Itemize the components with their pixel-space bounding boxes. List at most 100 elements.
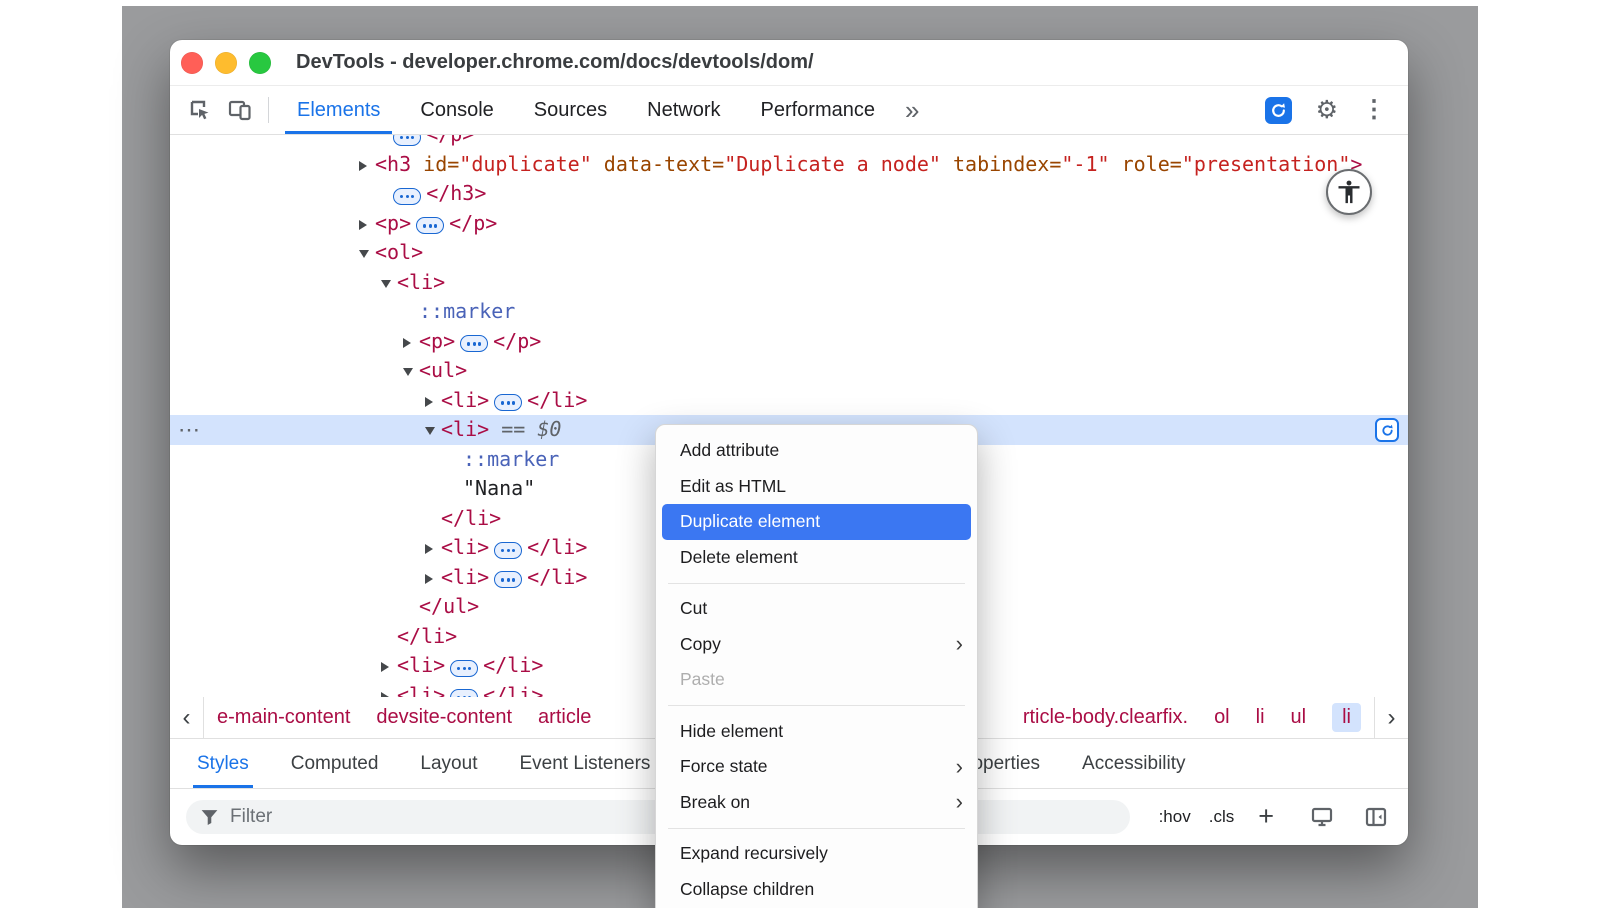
dom-tree-row[interactable]: </h3> <box>170 179 1408 209</box>
dom-tree-row[interactable]: <ol> <box>170 238 1408 268</box>
tab-console[interactable]: Console <box>416 86 497 134</box>
dom-token-tag: <ul> <box>419 358 467 382</box>
context-menu-item-edit-as-html[interactable]: Edit as HTML <box>656 469 977 505</box>
breadcrumb-scroll-right-icon[interactable]: › <box>1374 697 1408 738</box>
ellipsis-expand-button[interactable] <box>450 660 478 677</box>
context-menu-item-break-on[interactable]: Break on› <box>656 785 977 821</box>
breadcrumb-item[interactable]: ul <box>1291 706 1307 729</box>
tab-styles[interactable]: Styles <box>197 739 249 788</box>
dom-token-tag: </li> <box>527 388 587 412</box>
expand-arrow-icon[interactable] <box>359 161 367 171</box>
ellipsis-expand-button[interactable] <box>460 335 488 352</box>
tab-event-listeners[interactable]: Event Listeners <box>519 739 650 788</box>
ellipsis-expand-button[interactable] <box>494 542 522 559</box>
new-style-rule-button[interactable]: + <box>1258 803 1274 830</box>
toolbar-right-group: ⚙ ⋮ <box>1265 97 1398 124</box>
inspect-element-icon[interactable] <box>180 92 220 128</box>
ellipsis-expand-button[interactable] <box>494 571 522 588</box>
display-icon[interactable] <box>1310 805 1334 829</box>
ellipsis-expand-button[interactable] <box>494 394 522 411</box>
expand-arrow-icon[interactable] <box>425 544 433 554</box>
dom-tree-row[interactable]: </p> <box>170 135 1408 150</box>
ellipsis-expand-button[interactable] <box>393 135 421 146</box>
menu-item-label: Copy <box>680 634 721 655</box>
menu-item-label: Cut <box>680 598 707 619</box>
expand-arrow-icon[interactable] <box>403 338 411 348</box>
kebab-menu-icon[interactable]: ⋮ <box>1362 98 1386 122</box>
traffic-lights <box>170 52 271 74</box>
expand-arrow-icon[interactable] <box>425 397 433 407</box>
tab-layout[interactable]: Layout <box>420 739 477 788</box>
collapse-arrow-icon[interactable] <box>403 368 413 376</box>
expand-arrow-icon[interactable] <box>359 220 367 230</box>
tab-computed[interactable]: Computed <box>291 739 379 788</box>
device-toolbar-icon[interactable] <box>220 92 260 128</box>
breadcrumb-item[interactable]: e-main-content <box>217 706 350 729</box>
dom-token-tag: <p> <box>419 329 455 353</box>
context-menu-item-delete-element[interactable]: Delete element <box>656 540 977 576</box>
tab-sources[interactable]: Sources <box>530 86 611 134</box>
context-menu-item-expand-recursively[interactable]: Expand recursively <box>656 836 977 872</box>
dom-token-attr: tabindex= <box>941 152 1061 176</box>
dom-tree-row[interactable]: ::marker <box>170 297 1408 327</box>
dom-token-tag: <li> <box>441 565 489 589</box>
dom-tree-row[interactable]: <li> <box>170 268 1408 298</box>
collapse-arrow-icon[interactable] <box>425 427 435 435</box>
breadcrumb-item[interactable]: rticle-body.clearfix. <box>1023 706 1188 729</box>
context-menu-item-force-state[interactable]: Force state› <box>656 749 977 785</box>
expand-arrow-icon[interactable] <box>381 662 389 672</box>
dom-token-tag: <li> <box>441 535 489 559</box>
arrow-slot <box>403 327 419 357</box>
expand-arrow-icon[interactable] <box>425 574 433 584</box>
context-menu-item-copy[interactable]: Copy› <box>656 627 977 663</box>
toggle-element-state-button[interactable]: :hov <box>1159 807 1191 827</box>
context-menu-item-cut[interactable]: Cut <box>656 591 977 627</box>
arrow-slot <box>381 268 397 298</box>
collapse-arrow-icon[interactable] <box>359 250 369 258</box>
dom-token-tag: </li> <box>527 535 587 559</box>
tab-elements[interactable]: Elements <box>293 86 384 134</box>
sync-icon[interactable] <box>1265 97 1292 124</box>
ellipsis-expand-button[interactable] <box>450 689 478 697</box>
more-actions-icon[interactable]: ⋯ <box>178 415 200 445</box>
dom-tree-row[interactable]: <p> </p> <box>170 327 1408 357</box>
collapse-arrow-icon[interactable] <box>381 280 391 288</box>
tab-network[interactable]: Network <box>643 86 724 134</box>
dom-tree-row[interactable]: <li></li> <box>170 386 1408 416</box>
menu-divider <box>668 583 965 584</box>
context-menu-item-duplicate-element[interactable]: Duplicate element <box>662 504 971 540</box>
tab-performance[interactable]: Performance <box>757 86 880 134</box>
arrow-slot <box>381 651 397 681</box>
dom-token-attr: data-text= <box>592 152 724 176</box>
settings-gear-icon[interactable]: ⚙ <box>1316 98 1338 123</box>
window-titlebar: DevTools - developer.chrome.com/docs/dev… <box>170 40 1408 86</box>
dom-token-tag: </p> <box>493 329 541 353</box>
toggle-sidebar-icon[interactable] <box>1364 805 1388 829</box>
menu-item-label: Force state <box>680 756 768 777</box>
menu-item-label: Collapse children <box>680 879 814 900</box>
sync-badge-icon[interactable] <box>1375 418 1399 442</box>
breadcrumb-item[interactable]: devsite-content <box>376 706 512 729</box>
context-menu-item-hide-element[interactable]: Hide element <box>656 714 977 750</box>
zoom-button[interactable] <box>249 52 271 74</box>
breadcrumb-item[interactable]: li <box>1256 706 1265 729</box>
ellipsis-expand-button[interactable] <box>393 188 421 205</box>
arrow-slot <box>425 386 441 416</box>
ellipsis-expand-button[interactable] <box>416 217 444 234</box>
tab-accessibility[interactable]: Accessibility <box>1082 739 1185 788</box>
context-menu-item-add-attribute[interactable]: Add attribute <box>656 433 977 469</box>
breadcrumb-scroll-left-icon[interactable]: ‹ <box>170 697 204 738</box>
close-button[interactable] <box>181 52 203 74</box>
more-tabs-icon[interactable]: » <box>905 97 917 123</box>
breadcrumb-item[interactable]: ol <box>1214 706 1230 729</box>
minimize-button[interactable] <box>215 52 237 74</box>
dom-tree-row[interactable]: <ul> <box>170 356 1408 386</box>
dom-tree-row[interactable]: <p></p> <box>170 209 1408 239</box>
menu-item-label: Add attribute <box>680 440 779 461</box>
element-classes-button[interactable]: .cls <box>1209 807 1235 827</box>
window-title: DevTools - developer.chrome.com/docs/dev… <box>296 51 814 74</box>
context-menu-item-collapse-children[interactable]: Collapse children <box>656 872 977 908</box>
breadcrumb-item[interactable]: article <box>538 706 591 729</box>
breadcrumb-item-selected[interactable]: li <box>1332 703 1361 732</box>
dom-tree-row[interactable]: <h3 id="duplicate" data-text="Duplicate … <box>170 150 1408 180</box>
